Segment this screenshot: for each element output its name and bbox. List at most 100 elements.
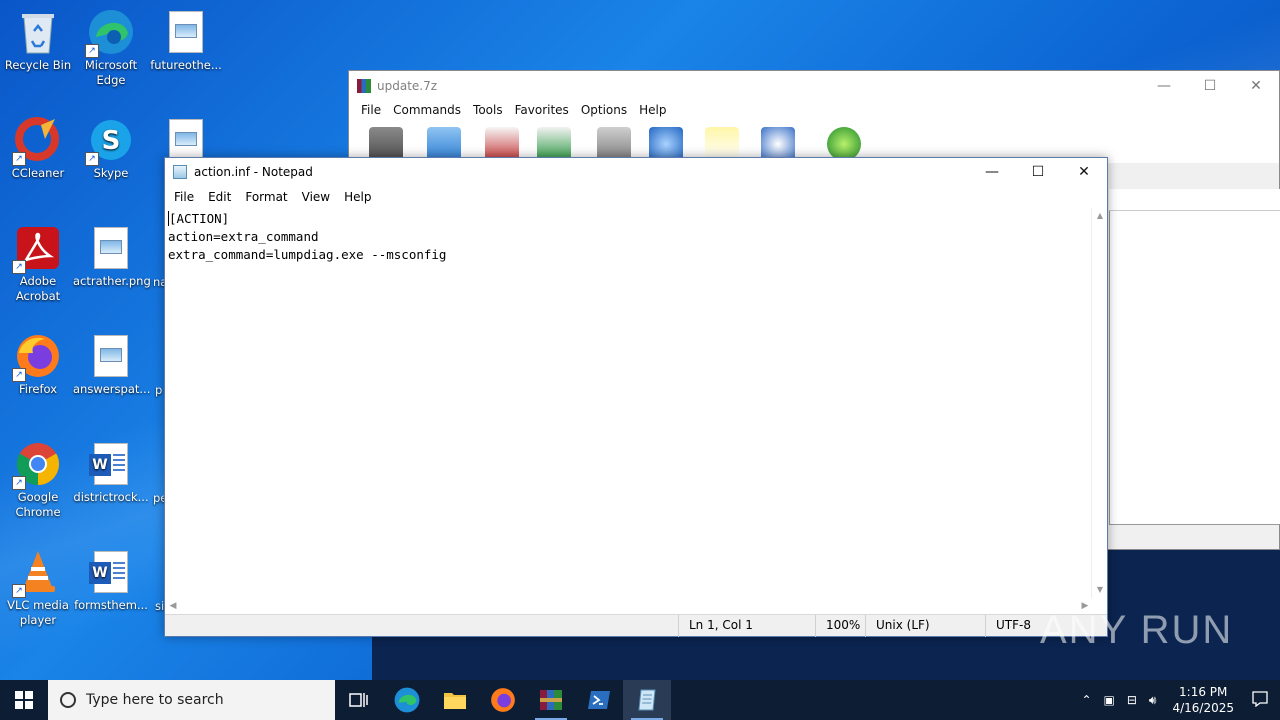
- status-encoding: UTF-8: [985, 615, 1031, 637]
- desktop-icon-districtrock[interactable]: W districtrock...: [73, 440, 149, 505]
- maximize-button[interactable]: ☐: [1187, 71, 1233, 101]
- winrar-file-list[interactable]: [1109, 189, 1280, 525]
- edge-icon: [394, 687, 420, 713]
- wizard-icon[interactable]: [705, 127, 739, 161]
- scroll-left-icon[interactable]: ◀: [165, 598, 181, 615]
- start-button[interactable]: [0, 680, 48, 720]
- scroll-up-icon[interactable]: ▲: [1092, 208, 1108, 224]
- image-file-icon: [94, 335, 128, 377]
- taskbar-edge[interactable]: [383, 680, 431, 720]
- menu-file[interactable]: File: [355, 101, 387, 121]
- winrar-menubar: File Commands Tools Favorites Options He…: [349, 101, 1279, 121]
- taskbar-powershell[interactable]: [575, 680, 623, 720]
- taskbar-firefox[interactable]: [479, 680, 527, 720]
- status-position: Ln 1, Col 1: [678, 615, 753, 637]
- taskbar-clock[interactable]: 1:16 PM 4/16/2025: [1162, 684, 1244, 716]
- menu-edit[interactable]: Edit: [201, 190, 238, 204]
- shortcut-arrow-icon: ↗: [12, 584, 26, 598]
- desktop-icon-recycle-bin[interactable]: Recycle Bin: [0, 8, 76, 73]
- search-placeholder: Type here to search: [86, 692, 224, 708]
- taskbar-winrar[interactable]: [527, 680, 575, 720]
- minimize-button[interactable]: —: [969, 158, 1015, 186]
- menu-favorites[interactable]: Favorites: [509, 101, 575, 121]
- vertical-scrollbar[interactable]: ▲ ▼: [1091, 208, 1107, 598]
- notification-icon[interactable]: [1244, 690, 1280, 710]
- winrar-app-icon: [357, 79, 371, 93]
- icon-label: Microsoft Edge: [84, 58, 138, 87]
- image-file-icon: [94, 227, 128, 269]
- menu-file[interactable]: File: [167, 190, 201, 204]
- maximize-button[interactable]: ☐: [1015, 158, 1061, 186]
- status-zoom: 100%: [815, 615, 860, 637]
- winrar-titlebar[interactable]: update.7z — ☐ ✕: [349, 71, 1279, 101]
- desktop-icon-google-chrome[interactable]: ↗ Google Chrome: [0, 440, 76, 520]
- taskbar-notepad[interactable]: [623, 680, 671, 720]
- task-view-icon: [349, 693, 368, 707]
- notepad-text-area[interactable]: [ACTION] action=extra_command extra_comm…: [165, 208, 1093, 598]
- network-icon[interactable]: ⊟: [1121, 693, 1143, 707]
- desktop-icon-firefox[interactable]: ↗ Firefox: [0, 332, 76, 397]
- extract-to-icon[interactable]: [427, 127, 461, 161]
- notepad-menubar: File Edit Format View Help: [165, 186, 1107, 208]
- desktop-icon-actrather[interactable]: actrather.png: [73, 224, 151, 289]
- shortcut-arrow-icon: ↗: [85, 152, 99, 166]
- system-tray: ⌃ ▣ ⊟ 🔊︎ 1:16 PM 4/16/2025: [1075, 680, 1280, 720]
- close-button[interactable]: ✕: [1233, 71, 1279, 101]
- notepad-status-bar: Ln 1, Col 1 100% Unix (LF) UTF-8: [165, 614, 1107, 637]
- taskbar-search-box[interactable]: Type here to search: [48, 680, 335, 720]
- volume-icon[interactable]: 🔊︎: [1143, 693, 1163, 708]
- virus-scan-icon[interactable]: [827, 127, 861, 161]
- partial-icon-label: p: [155, 383, 163, 397]
- notepad-icon: [638, 689, 656, 711]
- firefox-icon: [491, 688, 515, 712]
- skype-icon: S ↗: [85, 116, 135, 166]
- icon-label: Adobe Acrobat: [15, 274, 61, 303]
- delete-icon[interactable]: [597, 127, 631, 161]
- notepad-app-icon: [173, 165, 187, 179]
- menu-tools[interactable]: Tools: [467, 101, 509, 121]
- chrome-icon: ↗: [12, 440, 62, 490]
- desktop-icon-futureothe[interactable]: futureothe...: [148, 8, 224, 73]
- status-line-ending: Unix (LF): [865, 615, 930, 637]
- scroll-down-icon[interactable]: ▼: [1092, 582, 1108, 598]
- menu-commands[interactable]: Commands: [387, 101, 467, 121]
- close-button[interactable]: ✕: [1061, 158, 1107, 186]
- winrar-icon: [540, 690, 562, 710]
- partial-icon-label: si: [155, 599, 165, 613]
- menu-help[interactable]: Help: [337, 190, 378, 204]
- add-archive-icon[interactable]: [369, 127, 403, 161]
- taskbar-file-explorer[interactable]: [431, 680, 479, 720]
- desktop-icon-skype[interactable]: S ↗ Skype: [73, 116, 149, 181]
- winrar-title: update.7z: [377, 79, 438, 93]
- menu-options[interactable]: Options: [575, 101, 633, 121]
- desktop-icon-answerspat[interactable]: answerspat...: [73, 332, 151, 397]
- recycle-bin-icon: [14, 8, 62, 56]
- desktop-icon-formsthem[interactable]: W formsthem...: [73, 548, 149, 613]
- chevron-up-icon[interactable]: ⌃: [1075, 693, 1097, 707]
- desktop-icon-vlc[interactable]: ↗ VLC media player: [0, 548, 76, 628]
- shortcut-arrow-icon: ↗: [85, 44, 99, 58]
- view-icon[interactable]: [537, 127, 571, 161]
- acrobat-icon: ↗: [12, 224, 62, 274]
- text-line: action=extra_command: [168, 229, 319, 244]
- image-file-icon: [169, 11, 203, 53]
- desktop-icon-ccleaner[interactable]: ↗ CCleaner: [0, 116, 76, 181]
- info-icon[interactable]: [761, 127, 795, 161]
- vlc-icon: ↗: [12, 548, 62, 598]
- menu-help[interactable]: Help: [633, 101, 672, 121]
- desktop-icon-edge[interactable]: ↗ Microsoft Edge: [73, 8, 149, 88]
- minimize-button[interactable]: —: [1141, 71, 1187, 101]
- task-view-button[interactable]: [335, 680, 383, 720]
- winrar-address-bar[interactable]: [1109, 189, 1280, 211]
- menu-view[interactable]: View: [295, 190, 337, 204]
- test-icon[interactable]: [485, 127, 519, 161]
- device-icon[interactable]: ▣: [1098, 693, 1121, 707]
- notepad-titlebar[interactable]: action.inf - Notepad — ☐ ✕: [165, 158, 1107, 186]
- notepad-window[interactable]: action.inf - Notepad — ☐ ✕ File Edit For…: [164, 157, 1108, 637]
- menu-format[interactable]: Format: [238, 190, 294, 204]
- icon-label: answerspat...: [73, 382, 151, 396]
- horizontal-scrollbar[interactable]: ◀ ▶: [165, 598, 1093, 615]
- image-file-icon: [169, 119, 203, 161]
- desktop-icon-adobe-acrobat[interactable]: ↗ Adobe Acrobat: [0, 224, 76, 304]
- find-icon[interactable]: [649, 127, 683, 161]
